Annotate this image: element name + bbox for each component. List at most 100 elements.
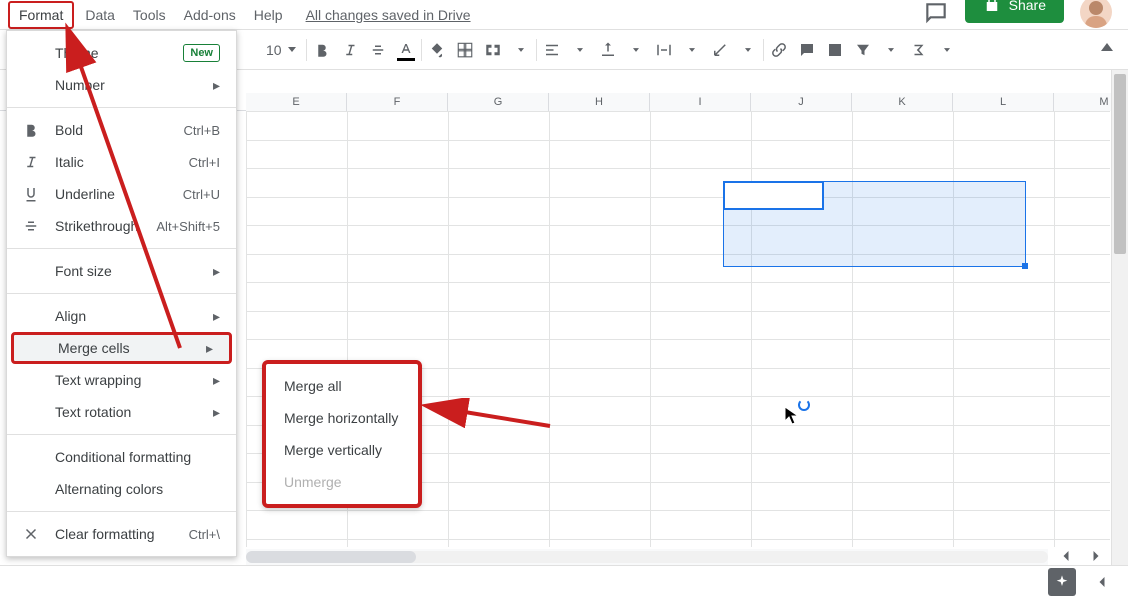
col-header[interactable]: K: [852, 93, 953, 111]
chart-button[interactable]: [822, 37, 848, 63]
scroll-left-icon[interactable]: [1061, 548, 1071, 566]
col-header[interactable]: I: [650, 93, 751, 111]
submenu-merge-all[interactable]: Merge all: [266, 370, 418, 402]
underline-icon: [21, 185, 41, 203]
menu-font-size[interactable]: Font size ▸: [7, 255, 236, 287]
hscroll-arrows: [1051, 549, 1111, 565]
menu-format[interactable]: Format: [8, 1, 74, 29]
menu-align[interactable]: Align ▸: [7, 300, 236, 332]
menu-number[interactable]: Number ▸: [7, 69, 236, 101]
menu-bold[interactable]: Bold Ctrl+B: [7, 114, 236, 146]
col-header[interactable]: L: [953, 93, 1054, 111]
strike-button[interactable]: [365, 37, 391, 63]
menu-label: Merge cells: [58, 340, 192, 356]
col-header[interactable]: G: [448, 93, 549, 111]
functions-dropdown[interactable]: [934, 37, 960, 63]
menu-clear-formatting[interactable]: Clear formatting Ctrl+\: [7, 518, 236, 550]
comments-icon[interactable]: [923, 0, 949, 31]
selection-handle[interactable]: [1022, 263, 1028, 269]
borders-button[interactable]: [452, 37, 478, 63]
rotate-button[interactable]: [707, 37, 733, 63]
submenu-unmerge: Unmerge: [266, 466, 418, 498]
merge-button[interactable]: [480, 37, 506, 63]
menu-theme[interactable]: Theme New: [7, 37, 236, 69]
explore-button[interactable]: [1048, 568, 1076, 596]
menu-underline[interactable]: Underline Ctrl+U: [7, 178, 236, 210]
menu-divider: [7, 248, 236, 249]
menu-divider: [7, 107, 236, 108]
submenu-arrow-icon: ▸: [213, 263, 220, 280]
menu-addons[interactable]: Add-ons: [175, 3, 245, 27]
menu-label: Align: [55, 308, 199, 324]
bold-button[interactable]: [309, 37, 335, 63]
v-align-button[interactable]: [595, 37, 621, 63]
functions-button[interactable]: [906, 37, 932, 63]
submenu-arrow-icon: ▸: [213, 372, 220, 389]
italic-icon: [21, 153, 41, 171]
link-button[interactable]: [766, 37, 792, 63]
submenu-arrow-icon: ▸: [213, 77, 220, 94]
menu-shortcut: Ctrl+\: [189, 527, 220, 542]
menu-divider: [7, 434, 236, 435]
filter-button[interactable]: [850, 37, 876, 63]
submenu-arrow-icon: ▸: [213, 404, 220, 421]
menu-label: Theme: [55, 45, 169, 61]
menu-text-wrapping[interactable]: Text wrapping ▸: [7, 364, 236, 396]
h-align-dropdown[interactable]: [567, 37, 593, 63]
new-badge: New: [183, 44, 220, 62]
menu-merge-cells[interactable]: Merge cells ▸: [11, 332, 232, 364]
rotate-dropdown[interactable]: [735, 37, 761, 63]
col-header[interactable]: F: [347, 93, 448, 111]
submenu-merge-horizontally[interactable]: Merge horizontally: [266, 402, 418, 434]
menu-label: Underline: [55, 186, 169, 202]
merge-dropdown-arrow[interactable]: [508, 37, 534, 63]
menu-label: Number: [55, 77, 199, 93]
menu-conditional-formatting[interactable]: Conditional formatting: [7, 441, 236, 473]
menu-data[interactable]: Data: [76, 3, 124, 27]
clear-format-icon: [21, 525, 41, 543]
menu-tools[interactable]: Tools: [124, 3, 175, 27]
menu-help[interactable]: Help: [245, 3, 292, 27]
menu-shortcut: Ctrl+B: [184, 123, 220, 138]
menu-shortcut: Ctrl+I: [189, 155, 220, 170]
text-color-button[interactable]: [393, 37, 419, 63]
bottom-bar: [0, 565, 1128, 597]
menu-label: Italic: [55, 154, 175, 170]
collapse-toolbar-button[interactable]: [1096, 36, 1118, 58]
vertical-scrollbar[interactable]: [1111, 70, 1128, 565]
share-label: Share: [1009, 0, 1046, 23]
menu-label: Text wrapping: [55, 372, 199, 388]
menu-label: Text rotation: [55, 404, 199, 420]
comment-button[interactable]: [794, 37, 820, 63]
share-button[interactable]: Share: [965, 0, 1064, 23]
submenu-merge-vertically[interactable]: Merge vertically: [266, 434, 418, 466]
side-panel-toggle[interactable]: [1090, 570, 1114, 594]
col-header[interactable]: E: [246, 93, 347, 111]
v-align-dropdown[interactable]: [623, 37, 649, 63]
top-right-area: Share: [923, 0, 1128, 30]
horizontal-scrollbar[interactable]: [246, 549, 1048, 565]
submenu-arrow-icon: ▸: [206, 340, 213, 357]
fill-color-button[interactable]: [424, 37, 450, 63]
merge-submenu: Merge all Merge horizontally Merge verti…: [262, 360, 422, 508]
menu-shortcut: Ctrl+U: [183, 187, 220, 202]
filter-dropdown[interactable]: [878, 37, 904, 63]
save-status[interactable]: All changes saved in Drive: [306, 7, 471, 23]
menu-label: Alternating colors: [55, 481, 220, 497]
italic-button[interactable]: [337, 37, 363, 63]
col-header[interactable]: J: [751, 93, 852, 111]
menu-divider: [7, 511, 236, 512]
account-avatar[interactable]: [1080, 0, 1112, 28]
wrap-dropdown[interactable]: [679, 37, 705, 63]
wrap-button[interactable]: [651, 37, 677, 63]
h-align-button[interactable]: [539, 37, 565, 63]
menu-italic[interactable]: Italic Ctrl+I: [7, 146, 236, 178]
active-cell: [723, 181, 824, 210]
format-dropdown: Theme New Number ▸ Bold Ctrl+B Italic Ct…: [6, 30, 237, 557]
scroll-right-icon[interactable]: [1091, 548, 1101, 566]
menu-text-rotation[interactable]: Text rotation ▸: [7, 396, 236, 428]
menu-strikethrough[interactable]: Strikethrough Alt+Shift+5: [7, 210, 236, 242]
menu-alternating-colors[interactable]: Alternating colors: [7, 473, 236, 505]
font-size-select[interactable]: 10: [258, 42, 304, 58]
col-header[interactable]: H: [549, 93, 650, 111]
